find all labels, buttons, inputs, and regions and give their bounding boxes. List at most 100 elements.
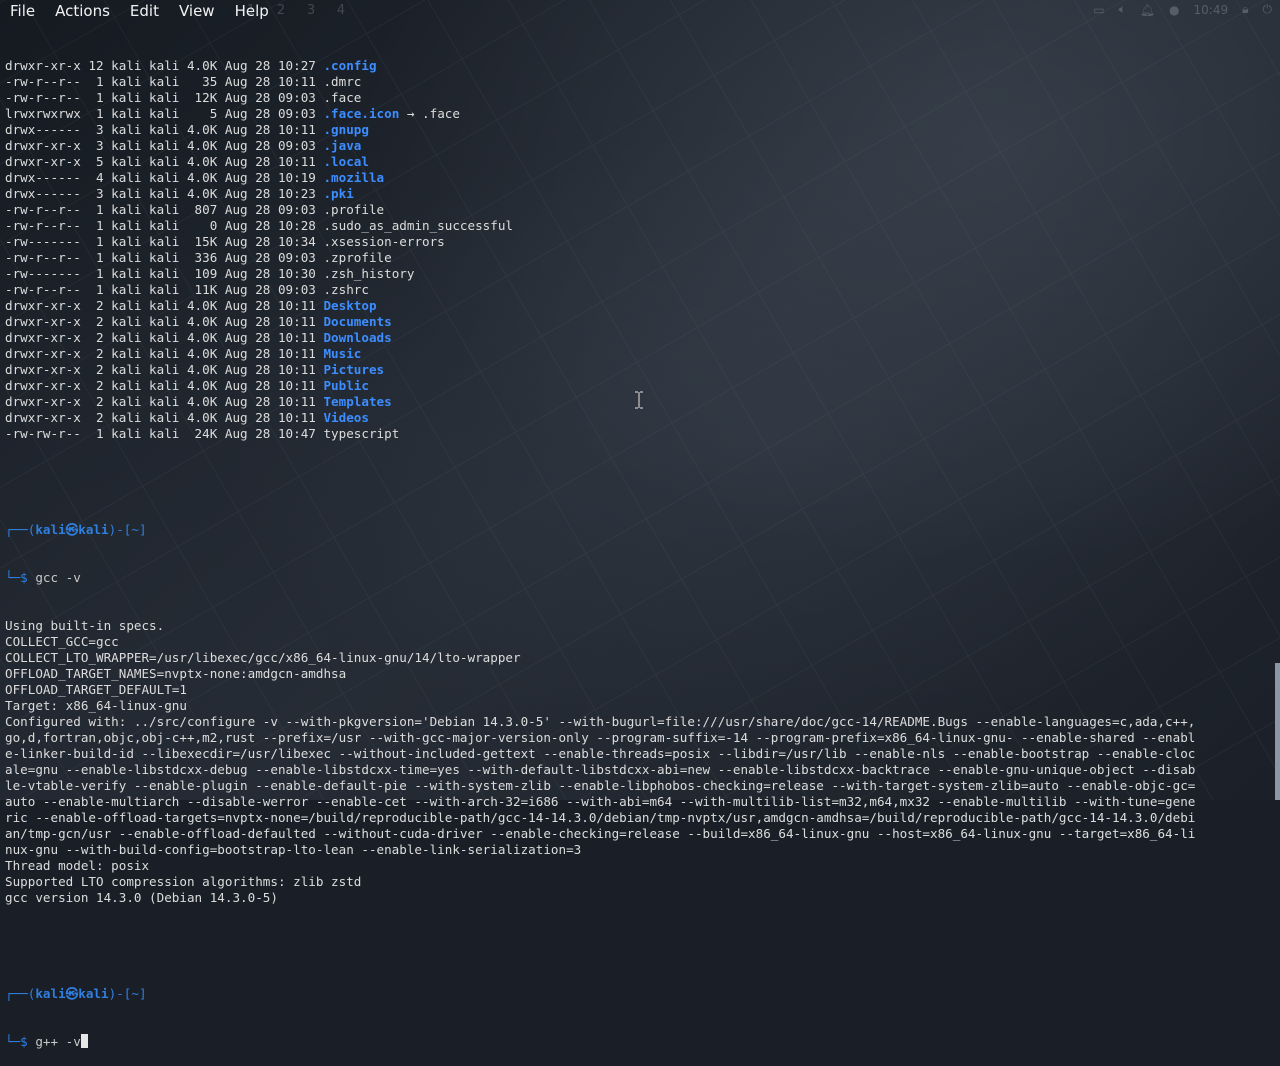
listing-filename: Templates bbox=[323, 394, 392, 409]
listing-row: drwx------ 3 kali kali 4.0K Aug 28 10:23… bbox=[5, 186, 1267, 202]
menu-file[interactable]: File bbox=[0, 2, 45, 20]
command-text: gcc -v bbox=[35, 570, 81, 585]
output-line: COLLECT_LTO_WRAPPER=/usr/libexec/gcc/x86… bbox=[5, 650, 521, 665]
listing-meta: -rw------- 1 kali kali 109 Aug 28 10:30 bbox=[5, 266, 324, 281]
listing-filename: .java bbox=[323, 138, 362, 153]
listing-meta: drwxr-xr-x 12 kali kali 4.0K Aug 28 10:2… bbox=[5, 58, 324, 73]
output-line: le-vtable-verify --enable-plugin --enabl… bbox=[5, 778, 1196, 793]
output-line: nux-gnu --with-build-config=bootstrap-lt… bbox=[5, 842, 582, 857]
listing-row: -rw-rw-r-- 1 kali kali 24K Aug 28 10:47 … bbox=[5, 426, 1267, 442]
listing-row: drwxr-xr-x 2 kali kali 4.0K Aug 28 10:11… bbox=[5, 298, 1267, 314]
listing-filename: Music bbox=[323, 346, 362, 361]
terminal-menubar: File Actions Edit View Help bbox=[0, 0, 1280, 22]
listing-row: drwxr-xr-x 12 kali kali 4.0K Aug 28 10:2… bbox=[5, 58, 1267, 74]
output-line: e-linker-build-id --libexecdir=/usr/libe… bbox=[5, 746, 1196, 761]
prompt-line-1: ┌──(kali㉿kali)-[~] bbox=[5, 522, 1267, 538]
listing-filename: .zsh_history bbox=[323, 266, 415, 281]
menu-help[interactable]: Help bbox=[225, 2, 279, 20]
listing-row: drwxr-xr-x 2 kali kali 4.0K Aug 28 10:11… bbox=[5, 346, 1267, 362]
listing-filename: Desktop bbox=[323, 298, 377, 313]
listing-row: drwxr-xr-x 5 kali kali 4.0K Aug 28 10:11… bbox=[5, 154, 1267, 170]
output-line: auto --enable-multiarch --disable-werror… bbox=[5, 794, 1196, 809]
prompt-corner-top: ┌──( bbox=[5, 522, 36, 537]
prompt-corner-top: ┌──( bbox=[5, 986, 36, 1001]
listing-meta: drwxr-xr-x 2 kali kali 4.0K Aug 28 10:11 bbox=[5, 410, 324, 425]
listing-meta: -rw-r--r-- 1 kali kali 35 Aug 28 10:11 bbox=[5, 74, 324, 89]
output-line: gcc version 14.3.0 (Debian 14.3.0-5) bbox=[5, 890, 278, 905]
output-line: Supported LTO compression algorithms: zl… bbox=[5, 874, 362, 889]
listing-row: -rw-r--r-- 1 kali kali 0 Aug 28 10:28 .s… bbox=[5, 218, 1267, 234]
listing-meta: drwx------ 3 kali kali 4.0K Aug 28 10:23 bbox=[5, 186, 324, 201]
listing-meta: drwxr-xr-x 3 kali kali 4.0K Aug 28 09:03 bbox=[5, 138, 324, 153]
ibeam-cursor-icon bbox=[635, 391, 643, 409]
listing-filename: .config bbox=[323, 58, 377, 73]
command-line-2: └─$ g++ -v bbox=[5, 1034, 1267, 1050]
listing-meta: -rw-r--r-- 1 kali kali 11K Aug 28 09:03 bbox=[5, 282, 324, 297]
output-line: go,d,fortran,objc,obj-c++,m2,rust --pref… bbox=[5, 730, 1196, 745]
output-line: OFFLOAD_TARGET_NAMES=nvptx-none:amdgcn-a… bbox=[5, 666, 347, 681]
listing-meta: lrwxrwxrwx 1 kali kali 5 Aug 28 09:03 bbox=[5, 106, 324, 121]
listing-row: -rw-r--r-- 1 kali kali 12K Aug 28 09:03 … bbox=[5, 90, 1267, 106]
listing-meta: drwxr-xr-x 2 kali kali 4.0K Aug 28 10:11 bbox=[5, 330, 324, 345]
listing-filename: .xsession-errors bbox=[323, 234, 445, 249]
menu-view[interactable]: View bbox=[169, 2, 225, 20]
listing-meta: -rw-r--r-- 1 kali kali 336 Aug 28 09:03 bbox=[5, 250, 324, 265]
listing-filename: typescript bbox=[323, 426, 400, 441]
listing-filename: Public bbox=[323, 378, 369, 393]
listing-row: drwx------ 4 kali kali 4.0K Aug 28 10:19… bbox=[5, 170, 1267, 186]
listing-row: -rw-r--r-- 1 kali kali 11K Aug 28 09:03 … bbox=[5, 282, 1267, 298]
listing-filename: Videos bbox=[323, 410, 369, 425]
current-command[interactable]: g++ -v bbox=[35, 1034, 81, 1049]
listing-filename: .sudo_as_admin_successful bbox=[323, 218, 514, 233]
listing-row: drwxr-xr-x 3 kali kali 4.0K Aug 28 09:03… bbox=[5, 138, 1267, 154]
listing-row: -rw------- 1 kali kali 109 Aug 28 10:30 … bbox=[5, 266, 1267, 282]
output-line: ric --enable-offload-targets=nvptx-none=… bbox=[5, 810, 1196, 825]
listing-meta: -rw-r--r-- 1 kali kali 12K Aug 28 09:03 bbox=[5, 90, 324, 105]
listing-meta: drwxr-xr-x 2 kali kali 4.0K Aug 28 10:11 bbox=[5, 378, 324, 393]
listing-meta: drwxr-xr-x 2 kali kali 4.0K Aug 28 10:11 bbox=[5, 346, 324, 361]
prompt-user-host: kali㉿kali bbox=[35, 986, 109, 1001]
listing-meta: -rw-r--r-- 1 kali kali 0 Aug 28 10:28 bbox=[5, 218, 324, 233]
listing-row: -rw-r--r-- 1 kali kali 336 Aug 28 09:03 … bbox=[5, 250, 1267, 266]
listing-filename: .profile bbox=[323, 202, 385, 217]
listing-row: drwxr-xr-x 2 kali kali 4.0K Aug 28 10:11… bbox=[5, 314, 1267, 330]
listing-meta: -rw------- 1 kali kali 15K Aug 28 10:34 bbox=[5, 234, 324, 249]
listing-filename: .zshrc bbox=[323, 282, 369, 297]
output-line: Using built-in specs. bbox=[5, 618, 165, 633]
listing-row: lrwxrwxrwx 1 kali kali 5 Aug 28 09:03 .f… bbox=[5, 106, 1267, 122]
listing-row: -rw-r--r-- 1 kali kali 35 Aug 28 10:11 .… bbox=[5, 74, 1267, 90]
output-line: an/tmp-gcn/usr --enable-offload-defaulte… bbox=[5, 826, 1196, 841]
terminal-scrollbar[interactable] bbox=[1275, 663, 1280, 800]
listing-row: drwx------ 3 kali kali 4.0K Aug 28 10:11… bbox=[5, 122, 1267, 138]
listing-meta: drwxr-xr-x 2 kali kali 4.0K Aug 28 10:11 bbox=[5, 298, 324, 313]
output-line: Thread model: posix bbox=[5, 858, 150, 873]
listing-row: drwxr-xr-x 2 kali kali 4.0K Aug 28 10:11… bbox=[5, 362, 1267, 378]
output-line: Target: x86_64-linux-gnu bbox=[5, 698, 187, 713]
listing-filename: .zprofile bbox=[323, 250, 392, 265]
listing-filename: .dmrc bbox=[323, 74, 362, 89]
output-line: COLLECT_GCC=gcc bbox=[5, 634, 119, 649]
output-line: ale=gnu --enable-libstdcxx-debug --enabl… bbox=[5, 762, 1196, 777]
prompt-corner-bottom: └─$ bbox=[5, 1034, 36, 1049]
menu-actions[interactable]: Actions bbox=[45, 2, 120, 20]
prompt-user-host: kali㉿kali bbox=[35, 522, 109, 537]
prompt-corner-bottom: └─$ bbox=[5, 570, 36, 585]
listing-filename: .gnupg bbox=[323, 122, 369, 137]
menu-edit[interactable]: Edit bbox=[120, 2, 169, 20]
listing-meta: drwx------ 4 kali kali 4.0K Aug 28 10:19 bbox=[5, 170, 324, 185]
listing-row: drwxr-xr-x 2 kali kali 4.0K Aug 28 10:11… bbox=[5, 330, 1267, 346]
listing-row: -rw------- 1 kali kali 15K Aug 28 10:34 … bbox=[5, 234, 1267, 250]
link-target: → .face bbox=[399, 106, 460, 121]
listing-meta: -rw-rw-r-- 1 kali kali 24K Aug 28 10:47 bbox=[5, 426, 324, 441]
gcc-output: Using built-in specs. COLLECT_GCC=gcc COLL… bbox=[5, 618, 1267, 906]
prompt-path: )-[~] bbox=[108, 522, 147, 537]
listing-meta: drwxr-xr-x 2 kali kali 4.0K Aug 28 10:11 bbox=[5, 362, 324, 377]
command-line-1: └─$ gcc -v bbox=[5, 570, 1267, 586]
listing-filename: Documents bbox=[323, 314, 392, 329]
listing-row: -rw-r--r-- 1 kali kali 807 Aug 28 09:03 … bbox=[5, 202, 1267, 218]
listing-meta: drwx------ 3 kali kali 4.0K Aug 28 10:11 bbox=[5, 122, 324, 137]
listing-filename: Pictures bbox=[323, 362, 385, 377]
terminal-output[interactable]: drwxr-xr-x 12 kali kali 4.0K Aug 28 10:2… bbox=[5, 26, 1267, 1066]
